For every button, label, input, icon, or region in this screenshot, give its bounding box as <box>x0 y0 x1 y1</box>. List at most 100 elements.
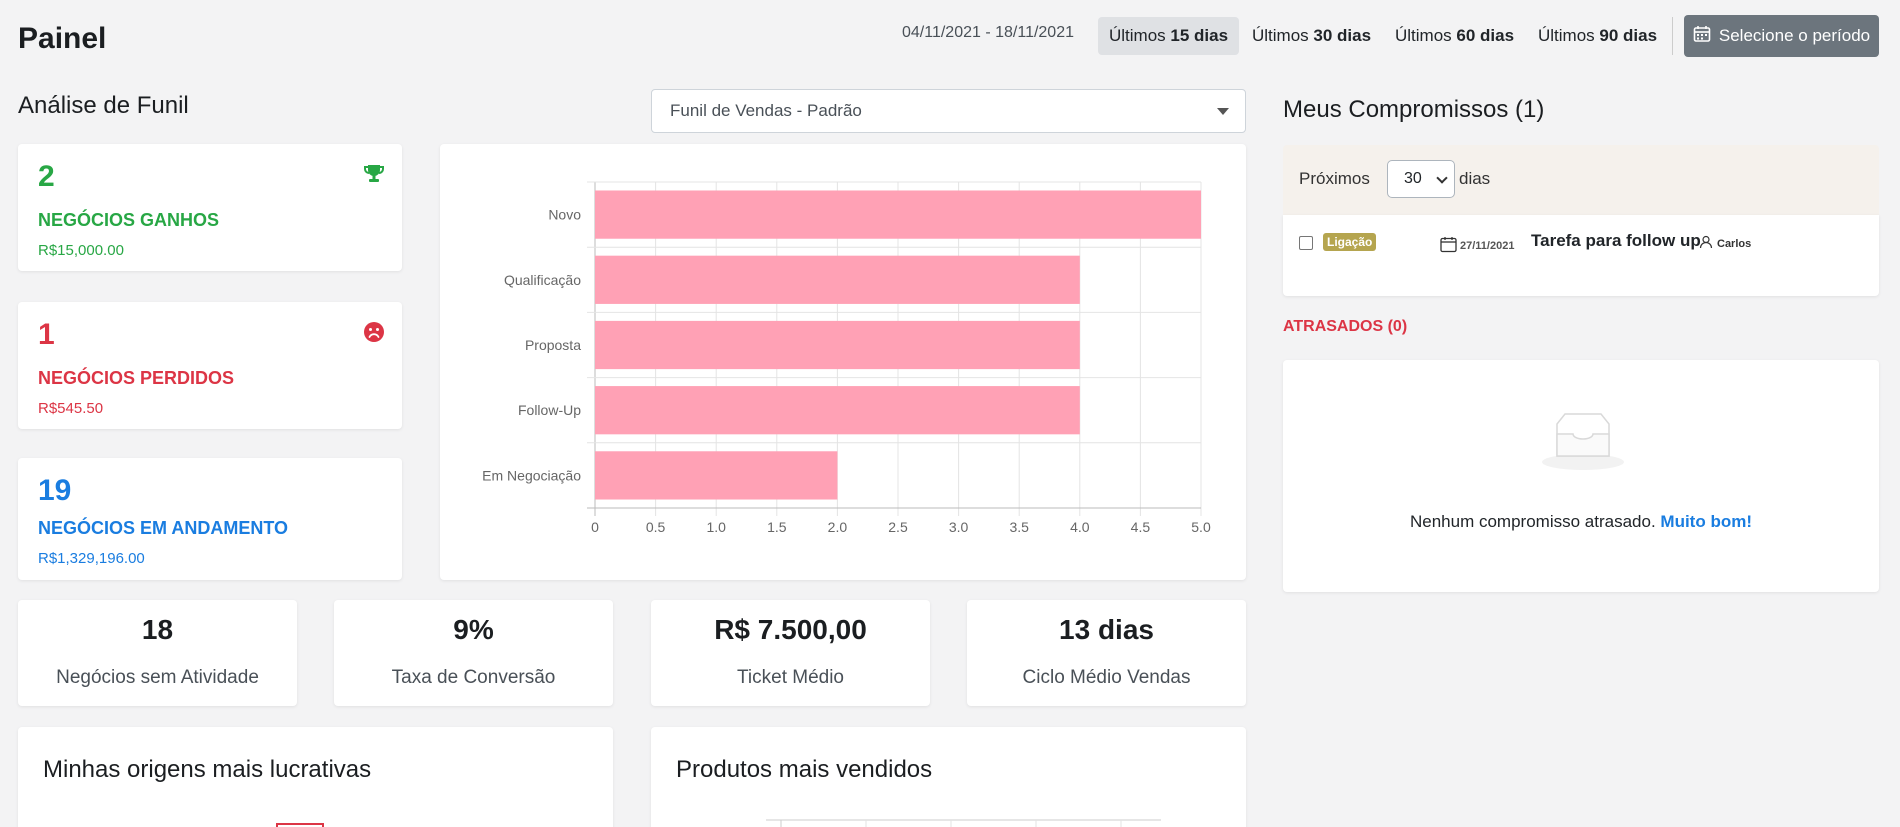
page-title: Painel <box>18 22 107 55</box>
products-card: Produtos mais vendidos <box>651 727 1246 827</box>
upcoming-label: Próximos <box>1299 169 1370 188</box>
funnel-bar[interactable] <box>595 386 1080 435</box>
ongoing-deals-label: NEGÓCIOS EM ANDAMENTO <box>38 518 289 538</box>
products-chart-axis <box>766 819 1161 827</box>
date-range-label: 04/11/2021 - 18/11/2021 <box>902 24 1074 41</box>
select-period-label: Selecione o período <box>1718 26 1871 45</box>
period-days: 60 dias <box>1456 26 1515 45</box>
funnel-bar[interactable] <box>595 320 1080 370</box>
won-deals-amount: R$15,000.00 <box>38 242 124 259</box>
period-prefix: Últimos <box>1395 26 1452 45</box>
funnel-bar[interactable] <box>595 255 1080 304</box>
lost-deals-label: NEGÓCIOS PERDIDOS <box>38 368 235 388</box>
category-label: Proposta <box>525 337 581 353</box>
task-checkbox[interactable] <box>1299 236 1313 250</box>
kpi-card-average-ticket: R$ 7.500,00 Ticket Médio <box>651 600 930 706</box>
period-60-days-button[interactable]: Últimos 60 dias <box>1384 17 1525 55</box>
origins-card: Minhas origens mais lucrativas <box>18 727 613 827</box>
empty-late-link[interactable]: Muito bom! <box>1660 512 1752 531</box>
period-prefix: Últimos <box>1538 26 1595 45</box>
x-tick-label: 0.5 <box>646 519 666 535</box>
kpi-value: R$ 7.500,00 <box>714 614 867 645</box>
x-tick-label: 4.5 <box>1131 519 1151 535</box>
calendar-icon <box>1440 236 1457 256</box>
category-label: Novo <box>548 207 581 223</box>
kpi-value: 18 <box>141 614 174 645</box>
task-date-text: 27/11/2021 <box>1460 240 1515 252</box>
kpi-card-sales-cycle: 13 dias Ciclo Médio Vendas <box>967 600 1246 706</box>
task-user-name: Carlos <box>1717 237 1752 250</box>
funnel-bar[interactable] <box>595 451 838 500</box>
kpi-label: Ticket Médio <box>737 667 844 688</box>
funnel-analysis-title: Análise de Funil <box>18 92 189 119</box>
category-label: Follow-Up <box>518 402 581 418</box>
empty-late-message: Nenhum compromisso atrasado. Muito bom! <box>1283 512 1879 532</box>
upcoming-filter-bar: Próximos 30 dias <box>1283 145 1879 215</box>
won-deals-label: NEGÓCIOS GANHOS <box>38 210 220 230</box>
commitments-title: Meus Compromissos (1) <box>1283 96 1545 123</box>
task-type-badge: Ligação <box>1323 233 1377 251</box>
won-deals-count: 2 <box>38 160 55 193</box>
x-tick-label: 4.0 <box>1070 519 1090 535</box>
kpi-label: Taxa de Conversão <box>391 667 556 688</box>
x-tick-label: 0 <box>591 519 599 535</box>
ongoing-deals-card[interactable]: 19 NEGÓCIOS EM ANDAMENTO R$1,329,196.00 <box>18 458 402 580</box>
period-30-days-button[interactable]: Últimos 30 dias <box>1241 17 1382 55</box>
ongoing-deals-amount: R$1,329,196.00 <box>38 550 145 567</box>
x-tick-label: 1.5 <box>767 519 787 535</box>
inbox-empty-icon <box>1541 410 1625 477</box>
task-user: Carlos <box>1699 235 1751 252</box>
legend-swatch <box>276 823 324 827</box>
x-tick-label: 3.5 <box>1009 519 1029 535</box>
task-name-link[interactable]: Tarefa para follow up <box>1531 231 1701 251</box>
funnel-select-value: Funil de Vendas - Padrão <box>670 101 862 120</box>
x-tick-label: 3.0 <box>949 519 969 535</box>
empty-late-text: Nenhum compromisso atrasado. <box>1410 512 1656 531</box>
won-deals-card[interactable]: 2 NEGÓCIOS GANHOS R$15,000.00 <box>18 144 402 271</box>
late-commitments-title: ATRASADOS (0) <box>1283 318 1408 335</box>
kpi-label: Ciclo Médio Vendas <box>1022 667 1191 688</box>
funnel-bar[interactable] <box>595 190 1201 239</box>
kpi-value: 9% <box>453 614 494 645</box>
trophy-icon <box>362 162 386 186</box>
days-select[interactable]: 30 <box>1387 160 1455 198</box>
period-15-days-button[interactable]: Últimos 15 dias <box>1098 17 1240 55</box>
days-select-value: 30 <box>1404 170 1422 187</box>
x-tick-label: 1.0 <box>706 519 726 535</box>
x-tick-label: 2.5 <box>888 519 908 535</box>
category-label: Qualificação <box>504 272 581 288</box>
days-suffix: dias <box>1459 169 1491 188</box>
calendar-icon <box>1693 25 1711 48</box>
period-prefix: Últimos <box>1252 26 1309 45</box>
lost-deals-amount: R$545.50 <box>38 400 104 417</box>
caret-down-icon <box>1217 108 1229 115</box>
x-tick-label: 2.0 <box>828 519 848 535</box>
lost-deals-count: 1 <box>38 318 55 351</box>
kpi-card-conversion-rate: 9% Taxa de Conversão <box>334 600 613 706</box>
period-prefix: Últimos <box>1109 26 1166 45</box>
user-icon <box>1699 235 1713 252</box>
kpi-value: 13 dias <box>1059 614 1154 645</box>
origins-title: Minhas origens mais lucrativas <box>43 756 372 783</box>
category-label: Em Negociação <box>482 467 581 483</box>
chevron-down-icon <box>1436 172 1448 184</box>
kpi-label: Negócios sem Atividade <box>56 667 259 688</box>
period-days: 30 dias <box>1313 26 1372 45</box>
period-90-days-button[interactable]: Últimos 90 dias <box>1527 17 1668 55</box>
funnel-select[interactable]: Funil de Vendas - Padrão <box>651 89 1246 133</box>
task-date: 27/11/2021 <box>1440 236 1514 256</box>
products-title: Produtos mais vendidos <box>676 756 933 783</box>
x-tick-label: 5.0 <box>1191 519 1211 535</box>
select-period-button[interactable]: Selecione o período <box>1684 15 1879 57</box>
funnel-chart-card: 0 0.5 1.0 1.5 2.0 2.5 3.0 3.5 4.0 4.5 5.0 Novo Quali… <box>440 144 1246 580</box>
header-divider <box>1672 17 1673 55</box>
late-commitments-card: Nenhum compromisso atrasado. Muito bom! <box>1283 360 1879 592</box>
funnel-bar-chart: 0 0.5 1.0 1.5 2.0 2.5 3.0 3.5 4.0 4.5 5.0 Novo Quali… <box>482 181 1211 535</box>
period-days: 15 dias <box>1170 26 1229 45</box>
ongoing-deals-count: 19 <box>38 474 72 507</box>
task-row: Ligação 27/11/2021 Tarefa para follow up… <box>1283 215 1879 296</box>
lost-deals-card[interactable]: 1 NEGÓCIOS PERDIDOS R$545.50 <box>18 302 402 429</box>
sad-face-icon <box>362 320 386 344</box>
kpi-card-no-activity: 18 Negócios sem Atividade <box>18 600 297 706</box>
period-days: 90 dias <box>1599 26 1658 45</box>
